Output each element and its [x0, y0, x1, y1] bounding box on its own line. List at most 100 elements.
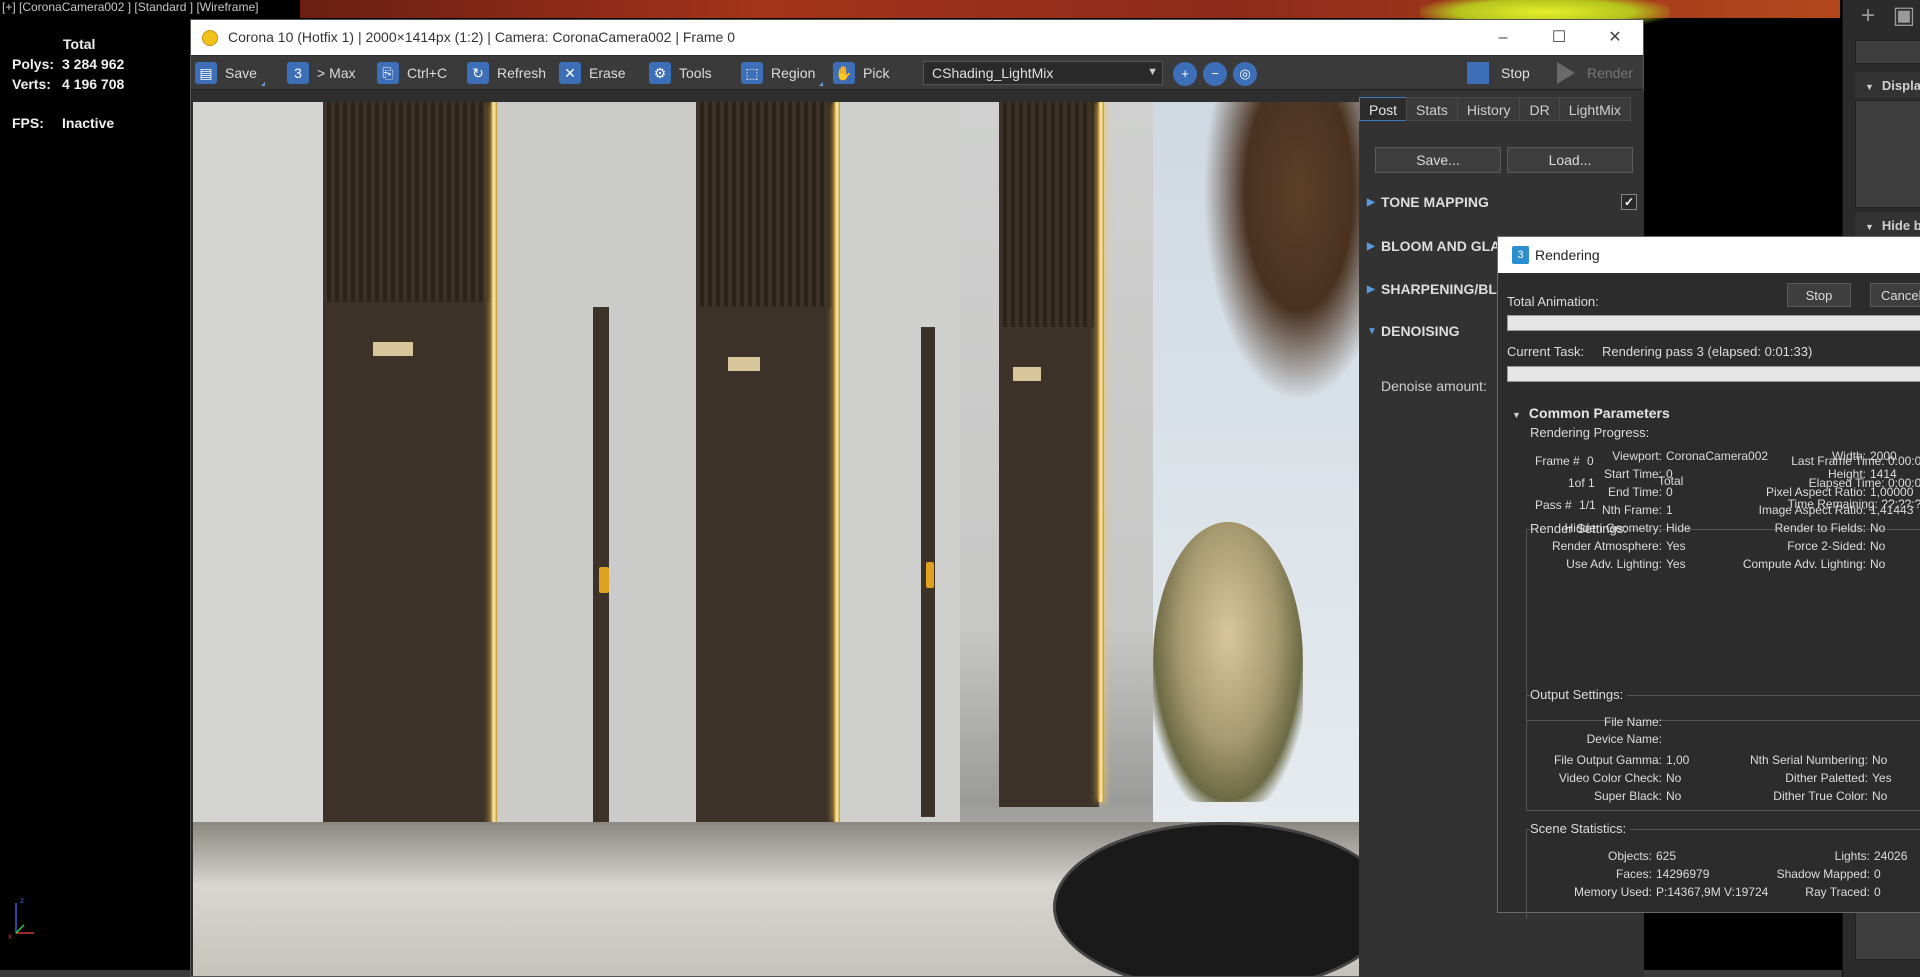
tab-stats[interactable]: Stats: [1406, 97, 1458, 121]
rendering-titlebar[interactable]: 3 Rendering: [1498, 237, 1920, 273]
minimize-button[interactable]: –: [1475, 20, 1531, 55]
setting-key: Render Atmosphere:: [1551, 539, 1662, 553]
elevator-door: [323, 302, 493, 842]
call-button-light: [926, 562, 934, 588]
setting-row: Image Aspect Ratio: 1,41443: [1698, 503, 1914, 517]
render-image[interactable]: [193, 102, 1359, 976]
copy-button[interactable]: ⎘ Ctrl+C: [377, 60, 447, 86]
create-plus-icon[interactable]: +: [1855, 4, 1881, 30]
viewport-label[interactable]: [+] [CoronaCamera002 ] [Standard ] [Wire…: [2, 0, 258, 14]
floor-indicator: [1013, 367, 1041, 381]
refresh-button[interactable]: ↻ Refresh: [467, 60, 546, 86]
setting-row: Dither True Color: No: [1698, 789, 1887, 803]
setting-key: Lights:: [1834, 849, 1870, 863]
flower-arrangement: [1153, 522, 1303, 802]
post-tabs: Post Stats History DR LightMix: [1359, 97, 1631, 121]
to-max-button[interactable]: 3 > Max: [287, 60, 356, 86]
setting-key: Objects:: [1607, 849, 1652, 863]
setting-key: Use Adv. Lighting:: [1566, 557, 1662, 571]
dialog-cancel-button[interactable]: Cancel: [1870, 283, 1920, 307]
setting-key: Render to Fields:: [1774, 521, 1866, 535]
stats-header: Total: [63, 36, 96, 52]
verts-value: 4 196 708: [62, 76, 125, 92]
stop-icon: [1467, 62, 1489, 84]
save-icon: ▤: [195, 62, 217, 84]
setting-key: File Output Gamma:: [1553, 753, 1662, 767]
region-button[interactable]: ⬚ Region: [741, 60, 824, 86]
setting-value: Yes: [1872, 771, 1892, 785]
axis-gizmo-icon: z x: [8, 896, 34, 940]
polys-label: Polys:: [12, 56, 55, 72]
setting-key: Dither Paletted:: [1785, 771, 1868, 785]
command-panel-field[interactable]: [1855, 40, 1920, 64]
setting-row: Render Atmosphere: Yes: [1526, 539, 1686, 553]
zoom-fit-icon[interactable]: ◎: [1233, 62, 1257, 86]
setting-value: No: [1666, 771, 1682, 785]
render-element-select[interactable]: CShading_LightMix ▼: [923, 61, 1163, 85]
setting-key: Dither True Color:: [1773, 789, 1868, 803]
total-animation-label: Total Animation:: [1507, 294, 1599, 309]
setting-key: End Time:: [1607, 485, 1662, 499]
modify-tab-icon[interactable]: ▣: [1891, 4, 1917, 30]
plant-leaves: [1203, 102, 1359, 402]
post-save-button[interactable]: Save...: [1375, 147, 1501, 173]
verts-label: Verts:: [12, 76, 51, 92]
common-parameters-rollout[interactable]: ▼ Common Parameters: [1512, 405, 1670, 421]
render-button[interactable]: Render: [1557, 60, 1633, 86]
output-settings-title: Output Settings:: [1530, 687, 1628, 702]
current-task-label: Current Task:: [1507, 344, 1585, 359]
setting-value: No: [1870, 521, 1886, 535]
setting-value: 2000: [1870, 449, 1897, 463]
pick-button[interactable]: ✋ Pick: [833, 60, 889, 86]
setting-key: Force 2-Sided:: [1787, 539, 1866, 553]
save-button[interactable]: ▤ Save: [195, 60, 265, 86]
setting-row: Render to Fields: No: [1698, 521, 1886, 535]
zoom-out-icon[interactable]: −: [1203, 62, 1227, 86]
refresh-icon: ↻: [467, 62, 489, 84]
setting-value: 0: [1874, 867, 1881, 881]
setting-key: Hidden Geometry:: [1564, 521, 1662, 535]
display-rollout[interactable]: ▼Display: [1855, 72, 1920, 98]
zoom-in-icon[interactable]: +: [1173, 62, 1197, 86]
vfb-titlebar[interactable]: Corona 10 (Hotfix 1) | 2000×1414px (1:2)…: [191, 20, 1643, 55]
setting-row: Pixel Aspect Ratio: 1,00000: [1698, 485, 1913, 499]
tab-dr[interactable]: DR: [1519, 97, 1560, 121]
maximize-button[interactable]: ☐: [1531, 20, 1587, 55]
setting-row: Faces: 14296979: [1526, 867, 1709, 881]
close-button[interactable]: ✕: [1587, 20, 1643, 55]
setting-value: Yes: [1666, 557, 1686, 571]
tab-post[interactable]: Post: [1359, 97, 1408, 121]
corona-logo-icon: [202, 30, 218, 46]
setting-value: 1,00000: [1870, 485, 1914, 499]
setting-key: Ray Traced:: [1805, 885, 1870, 899]
setting-key: Image Aspect Ratio:: [1758, 503, 1866, 517]
rendering-dialog: 3 Rendering Total Animation: Stop Cancel…: [1497, 236, 1920, 919]
device-name-label: Device Name:: [1586, 732, 1662, 746]
stop-button[interactable]: Stop: [1467, 60, 1530, 86]
axis-z-label: z: [20, 896, 24, 905]
tone-mapping-checkbox[interactable]: ✓: [1621, 194, 1637, 210]
setting-key: Nth Frame:: [1601, 503, 1662, 517]
fps-label: FPS:: [12, 115, 44, 131]
erase-button[interactable]: ✕ Erase: [559, 60, 626, 86]
setting-value: 14296979: [1656, 867, 1710, 881]
max-icon: 3: [287, 62, 309, 84]
tab-lightmix[interactable]: LightMix: [1558, 97, 1631, 121]
hide-rollout[interactable]: ▼ Hide b: [1855, 212, 1920, 238]
setting-row: Nth Frame: 1: [1526, 503, 1673, 517]
setting-value: 0: [1666, 485, 1673, 499]
play-icon: [1557, 62, 1575, 84]
setting-value: 24026: [1874, 849, 1908, 863]
setting-value: 1,41443: [1870, 503, 1914, 517]
setting-key: Faces:: [1615, 867, 1652, 881]
tab-history[interactable]: History: [1456, 97, 1521, 121]
hand-icon: ✋: [833, 62, 855, 84]
setting-value: No: [1872, 753, 1888, 767]
dialog-stop-button[interactable]: Stop: [1787, 283, 1851, 307]
rendering-progress-title: Rendering Progress:: [1530, 425, 1654, 440]
axis-x-label: x: [8, 932, 12, 940]
tools-button[interactable]: ⚙ Tools: [649, 60, 712, 86]
call-button-light: [599, 567, 609, 593]
tone-mapping-section[interactable]: ▶ TONE MAPPING ✓: [1367, 189, 1637, 215]
post-load-button[interactable]: Load...: [1507, 147, 1633, 173]
